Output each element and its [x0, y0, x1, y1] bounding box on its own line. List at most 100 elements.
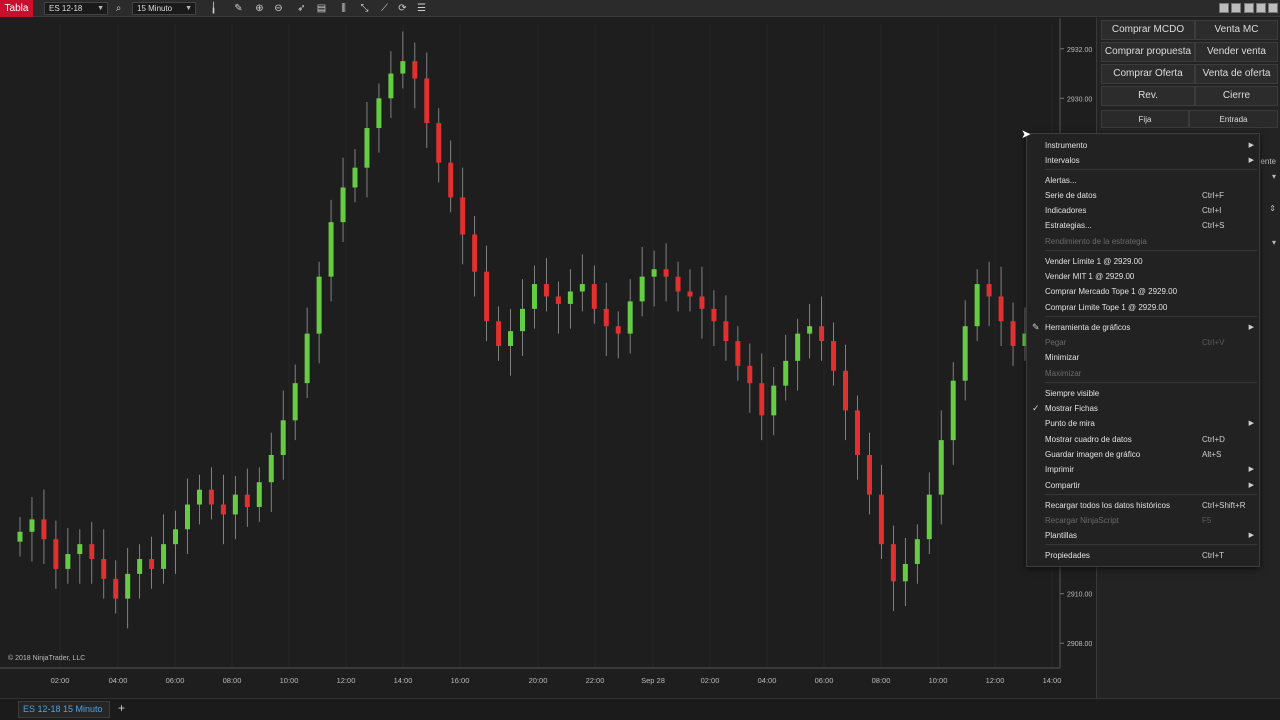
menu-separator	[1045, 316, 1257, 317]
menu-item-recargar-todos-los-datos-hist-ricos[interactable]: Recargar todos los datos históricos Ctrl+…	[1027, 498, 1259, 513]
candle-body	[711, 308, 717, 322]
buy-ask-button[interactable]: Comprar Oferta	[1101, 64, 1195, 84]
menu-item-label: Indicadores	[1045, 206, 1087, 215]
menu-item-shortcut: Ctrl+I	[1202, 206, 1222, 215]
bar-type-icon[interactable]: ╽	[207, 2, 220, 15]
menu-item-siempre-visible[interactable]: Siempre visible	[1027, 386, 1259, 401]
scale-icon[interactable]: ⤡	[358, 2, 371, 15]
app-title[interactable]: Tabla	[0, 0, 33, 17]
instrument-selector[interactable]: ES 12-18 ▼	[44, 2, 108, 15]
chevron-down-icon[interactable]: ▾	[1272, 238, 1276, 247]
x-tick-label: 06:00	[166, 676, 185, 685]
interval-selector[interactable]: 15 Minuto ▼	[132, 2, 196, 15]
menu-item-punto-de-mira[interactable]: Punto de mira ▶	[1027, 416, 1259, 431]
window-button-2[interactable]	[1231, 3, 1241, 13]
window-button-1[interactable]	[1219, 3, 1229, 13]
candle-body	[29, 519, 35, 532]
candle-body	[855, 410, 860, 455]
chevron-down-icon[interactable]: ▾	[1272, 172, 1276, 181]
search-icon[interactable]: ⌕	[112, 2, 125, 15]
candle-body	[962, 326, 968, 381]
menu-item-instrumento[interactable]: Instrumento ▶	[1027, 138, 1259, 153]
menu-item-propiedades[interactable]: Propiedades Ctrl+T	[1027, 548, 1259, 563]
menu-item-shortcut: Ctrl+S	[1202, 221, 1225, 230]
candle-body	[902, 563, 908, 582]
menu-item-maximizar: Maximizar	[1027, 366, 1259, 381]
candle-body	[101, 559, 107, 579]
menu-item-guardar-imagen-de-gr-fico[interactable]: Guardar imagen de gráfico Alt+S	[1027, 447, 1259, 462]
x-tick-label: Sep 28	[641, 676, 665, 685]
minimize-button[interactable]	[1244, 3, 1254, 13]
mouse-cursor-icon: ➤	[1021, 127, 1032, 141]
chart-canvas[interactable]: 2932.00 2930.00 2910.00 2908.00 02:00 04:00 06…	[0, 18, 1095, 688]
drawing-tools-icon[interactable]: ⟋	[378, 2, 391, 15]
menu-separator	[1045, 494, 1257, 495]
x-tick-label: 10:00	[929, 676, 948, 685]
menu-item-comprar-mercado-tope-1-2929-00[interactable]: Comprar Mercado Tope 1 @ 2929.00	[1027, 284, 1259, 299]
menu-item-estrategias[interactable]: Estrategias... Ctrl+S	[1027, 218, 1259, 233]
menu-item-label: Plantillas	[1045, 531, 1078, 540]
tab-fija[interactable]: Fija	[1101, 110, 1189, 128]
menu-separator	[1045, 544, 1257, 545]
menu-item-vender-l-mite-1-2929-00[interactable]: Vender Límite 1 @ 2929.00	[1027, 254, 1259, 269]
buy-market-button[interactable]: Comprar MCDO	[1101, 20, 1195, 40]
tab-es-chart[interactable]: ES 12-18 15 Minuto	[18, 701, 110, 718]
candle-body	[316, 276, 322, 334]
sell-bid-button[interactable]: Vender venta	[1195, 42, 1278, 62]
spinner-icon[interactable]: ⇕	[1269, 204, 1276, 213]
list-icon[interactable]: ☰	[415, 2, 428, 15]
y-tick-label: 2932.00	[1067, 47, 1092, 54]
menu-item-mostrar-cuadro-de-datos[interactable]: Mostrar cuadro de datos Ctrl+D	[1027, 432, 1259, 447]
zoom-out-icon[interactable]: ⊖	[272, 2, 285, 15]
candle-body	[268, 454, 274, 483]
menu-item-imprimir[interactable]: Imprimir ▶	[1027, 462, 1259, 477]
menu-item-minimizar[interactable]: Minimizar	[1027, 350, 1259, 365]
menu-item-comprar-limite-tope-1-2929-00[interactable]: Comprar Limite Tope 1 @ 2929.00	[1027, 300, 1259, 315]
menu-item-alertas[interactable]: Alertas...	[1027, 173, 1259, 188]
pencil-icon[interactable]: ✎	[232, 2, 245, 15]
candle-body	[591, 284, 597, 309]
candle-body	[819, 326, 825, 342]
candle-body	[567, 291, 573, 304]
candle-body	[807, 326, 813, 334]
reload-icon[interactable]: ⟳	[396, 2, 409, 15]
candle-body	[460, 197, 466, 235]
x-tick-label: 04:00	[109, 676, 128, 685]
close-position-button[interactable]: Cierre	[1195, 86, 1278, 106]
candle-body	[531, 284, 537, 309]
menu-item-intervalos[interactable]: Intervalos ▶	[1027, 153, 1259, 168]
sell-market-button[interactable]: Venta MC	[1195, 20, 1278, 40]
candle-body	[173, 529, 179, 545]
menu-item-compartir[interactable]: Compartir ▶	[1027, 478, 1259, 493]
close-button[interactable]	[1268, 3, 1278, 13]
menu-item-vender-mit-1-2929-00[interactable]: Vender MIT 1 @ 2929.00	[1027, 269, 1259, 284]
menu-item-herramienta-de-gr-ficos[interactable]: ✎ Herramienta de gráficos ▶	[1027, 320, 1259, 335]
tab-entrada[interactable]: Entrada	[1189, 110, 1278, 128]
add-tab-button[interactable]: +	[118, 701, 125, 715]
menu-item-mostrar-fichas[interactable]: ✓ Mostrar Fichas	[1027, 401, 1259, 416]
menu-item-serie-de-datos[interactable]: Serie de datos Ctrl+F	[1027, 188, 1259, 203]
sell-ask-button[interactable]: Venta de oferta	[1195, 64, 1278, 84]
split-icon[interactable]: ⫼	[337, 2, 350, 15]
maximize-button[interactable]	[1256, 3, 1266, 13]
x-tick-label: 02:00	[701, 676, 720, 685]
candle-body	[543, 284, 549, 297]
menu-item-label: Minimizar	[1045, 353, 1080, 362]
reverse-button[interactable]: Rev.	[1101, 86, 1195, 106]
price-chart[interactable]: 2932.00 2930.00 2910.00 2908.00 02:00 04:00 06…	[0, 18, 1095, 688]
candle-body	[256, 482, 262, 507]
zoom-in-icon[interactable]: ⊕	[253, 2, 266, 15]
x-tick-label: 12:00	[337, 676, 356, 685]
candle-body	[388, 73, 394, 99]
pointer-icon[interactable]: ➶	[295, 2, 308, 15]
candle-body	[472, 234, 478, 272]
candle-body	[484, 271, 490, 322]
menu-item-shortcut: Ctrl+V	[1202, 338, 1225, 347]
menu-item-plantillas[interactable]: Plantillas ▶	[1027, 528, 1259, 543]
properties-icon[interactable]: ▤	[315, 2, 328, 15]
candle-body	[986, 284, 992, 297]
menu-item-label: Guardar imagen de gráfico	[1045, 450, 1141, 459]
menu-item-indicadores[interactable]: Indicadores Ctrl+I	[1027, 203, 1259, 218]
buy-bid-button[interactable]: Comprar propuesta	[1101, 42, 1195, 62]
candle-body	[304, 333, 310, 384]
